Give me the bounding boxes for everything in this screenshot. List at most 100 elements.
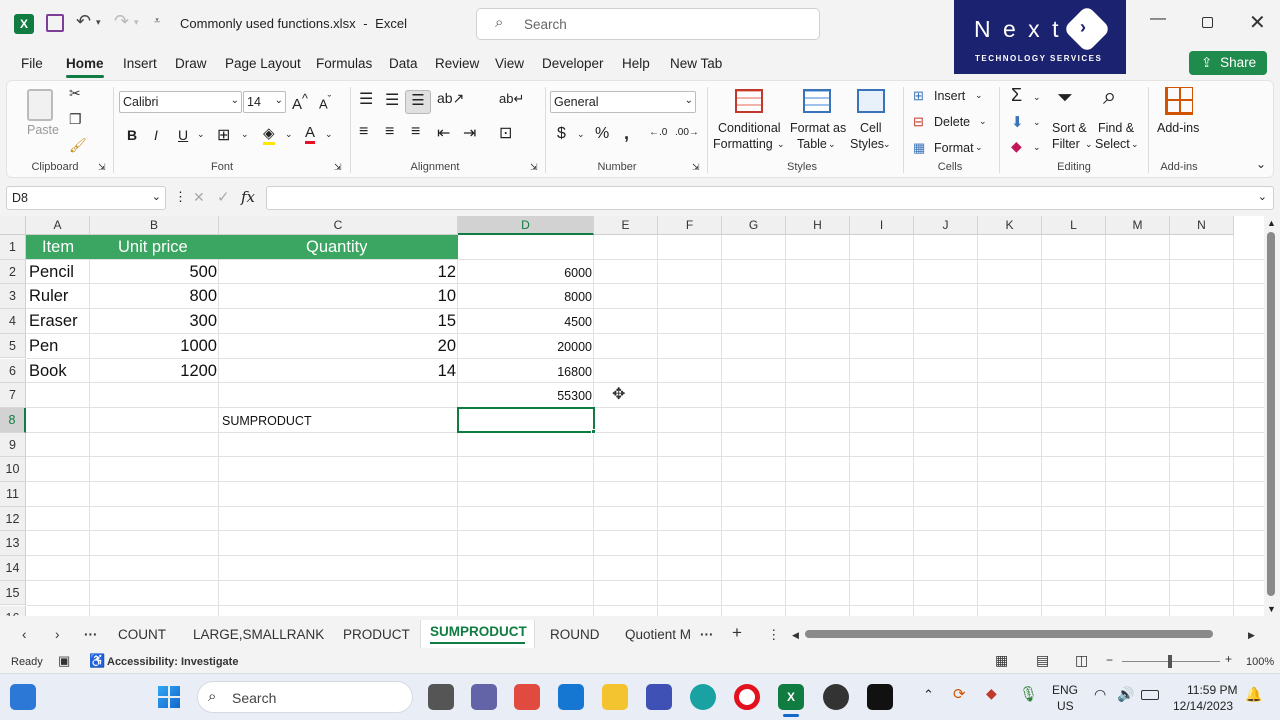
wrap-text-icon[interactable]: ab↵ — [499, 91, 524, 107]
menu-view[interactable]: View — [495, 56, 524, 71]
name-box[interactable]: D8 ⌄ — [6, 186, 166, 210]
scroll-up-icon[interactable]: ▲ — [1267, 218, 1276, 228]
insert-function-icon[interactable]: fx — [241, 188, 255, 206]
font-name-select[interactable]: Calibri ⌄ — [119, 91, 242, 113]
insert-cells-label[interactable]: Insert — [934, 89, 965, 103]
zoom-slider-thumb[interactable] — [1168, 655, 1172, 668]
column-header-d[interactable]: D — [458, 216, 594, 235]
select-all-corner[interactable] — [0, 216, 26, 235]
total-cell[interactable]: 20000 — [460, 335, 592, 359]
row-header-1[interactable]: 1 — [0, 235, 26, 260]
font-color-dropdown-icon[interactable]: ⌄ — [325, 129, 333, 140]
conditional-formatting-icon[interactable] — [735, 89, 763, 113]
number-launcher-icon[interactable]: ⇲ — [692, 162, 700, 173]
column-header-a[interactable]: A — [26, 216, 90, 235]
row-header-15[interactable]: 15 — [0, 580, 26, 606]
h-scroll-left-icon[interactable]: ◀ — [792, 630, 799, 641]
copilot-icon[interactable] — [646, 684, 672, 710]
vertical-scroll-thumb[interactable] — [1267, 232, 1275, 596]
add-sheet-icon[interactable]: + — [732, 623, 742, 643]
unit-price-cell[interactable]: 300 — [92, 309, 217, 333]
tab-large-small-rank[interactable]: LARGE,SMALLRANK — [193, 627, 324, 642]
fill-handle[interactable] — [591, 429, 596, 434]
format-cells-label[interactable]: Format — [934, 141, 974, 155]
menu-home[interactable]: Home — [66, 56, 104, 71]
grand-total-cell[interactable]: 55300 — [460, 384, 592, 408]
capcut-icon[interactable] — [867, 684, 893, 710]
align-right-icon[interactable]: ≡ — [411, 123, 420, 141]
column-header-h[interactable]: H — [786, 216, 850, 235]
borders-icon[interactable]: ⊞ — [217, 125, 230, 145]
share-button[interactable]: ⇪ Share — [1189, 51, 1267, 75]
unit-price-cell[interactable]: 800 — [92, 284, 217, 308]
menu-new-tab[interactable]: New Tab — [670, 56, 722, 71]
row-header-6[interactable]: 6 — [0, 358, 26, 384]
language-2[interactable]: US — [1057, 699, 1074, 713]
orientation-icon[interactable]: ab↗ — [437, 90, 464, 107]
font-launcher-icon[interactable]: ⇲ — [334, 162, 342, 173]
total-cell[interactable]: 8000 — [460, 285, 592, 309]
align-top-icon[interactable]: ☰ — [359, 89, 373, 109]
align-middle-icon[interactable]: ☰ — [385, 90, 399, 110]
row-header-7[interactable]: 7 — [0, 383, 26, 408]
column-header-f[interactable]: F — [658, 216, 722, 235]
more-icon[interactable]: ⋮ — [174, 189, 187, 205]
close-button[interactable]: ✕ — [1249, 10, 1266, 35]
menu-draw[interactable]: Draw — [175, 56, 207, 71]
next-sheet-icon[interactable]: › — [55, 627, 60, 642]
align-bottom-icon[interactable]: ☰ — [405, 90, 431, 114]
menu-formulas[interactable]: Formulas — [316, 56, 372, 71]
redo-icon[interactable]: ↷ — [114, 11, 129, 32]
undo-icon[interactable]: ↶ — [76, 11, 91, 32]
sort-filter-label-2[interactable]: Filter — [1052, 137, 1080, 151]
merge-center-icon[interactable]: ⊡ — [499, 123, 512, 143]
column-header-m[interactable]: M — [1106, 216, 1170, 235]
notification-bell-icon[interactable]: 🔔 — [1245, 686, 1262, 703]
zoom-out-icon[interactable]: − — [1106, 653, 1113, 667]
tray-app-icon[interactable]: ◆ — [986, 685, 997, 702]
sumproduct-label-cell[interactable]: SUMPRODUCT — [222, 409, 312, 433]
item-cell[interactable]: Eraser — [29, 309, 89, 333]
teams-icon[interactable] — [471, 684, 497, 710]
sort-filter-icon[interactable]: ⏷ — [1057, 87, 1073, 110]
wifi-icon[interactable]: ◠ — [1094, 686, 1106, 703]
quantity-cell[interactable]: 20 — [221, 334, 456, 358]
column-header-l[interactable]: L — [1042, 216, 1106, 235]
sheet-options-icon[interactable]: ⋮ — [767, 627, 781, 643]
zoom-in-icon[interactable]: + — [1225, 652, 1232, 666]
accessibility-icon[interactable]: ♿ — [89, 653, 105, 669]
column-header-c[interactable]: C — [219, 216, 458, 235]
column-header-j[interactable]: J — [914, 216, 978, 235]
currency-icon[interactable]: $ — [557, 125, 566, 143]
format-painter-icon[interactable]: 🖌 — [69, 137, 87, 154]
obs-icon[interactable] — [823, 684, 849, 710]
copy-icon[interactable]: ❐ — [69, 111, 82, 128]
column-header-n[interactable]: N — [1170, 216, 1234, 235]
align-left-icon[interactable]: ≡ — [359, 123, 368, 141]
widgets-icon[interactable] — [10, 684, 36, 710]
collapse-ribbon-icon[interactable]: ⌄ — [1256, 157, 1266, 171]
store-icon[interactable] — [514, 684, 540, 710]
column-header-g[interactable]: G — [722, 216, 786, 235]
insert-cells-icon[interactable]: ⊞ — [913, 88, 924, 104]
italic-icon[interactable]: I — [154, 127, 158, 143]
alignment-launcher-icon[interactable]: ⇲ — [530, 162, 538, 173]
mail-icon[interactable] — [558, 684, 584, 710]
clipboard-launcher-icon[interactable]: ⇲ — [98, 162, 106, 173]
decrease-decimal-icon[interactable]: .00→ — [675, 127, 699, 138]
item-cell[interactable]: Pen — [29, 334, 89, 358]
header-quantity[interactable]: Quantity — [306, 235, 367, 259]
tab-count[interactable]: COUNT — [118, 627, 166, 642]
tab-sumproduct[interactable]: SUMPRODUCT — [430, 624, 527, 639]
delete-cells-label[interactable]: Delete — [934, 115, 970, 129]
tab-product[interactable]: PRODUCT — [343, 627, 410, 642]
borders-dropdown-icon[interactable]: ⌄ — [241, 129, 249, 140]
row-header-8[interactable]: 8 — [0, 407, 26, 433]
minimize-button[interactable]: — — [1150, 10, 1166, 28]
fill-icon[interactable]: ⬇ — [1011, 113, 1024, 131]
page-layout-view-icon[interactable]: ▤ — [1036, 652, 1049, 669]
decrease-font-icon[interactable]: Aˇ — [319, 94, 331, 111]
quantity-cell[interactable]: 14 — [221, 359, 456, 383]
customize-toolbar-icon[interactable]: ⩡ — [154, 15, 160, 28]
item-cell[interactable]: Pencil — [29, 260, 89, 284]
